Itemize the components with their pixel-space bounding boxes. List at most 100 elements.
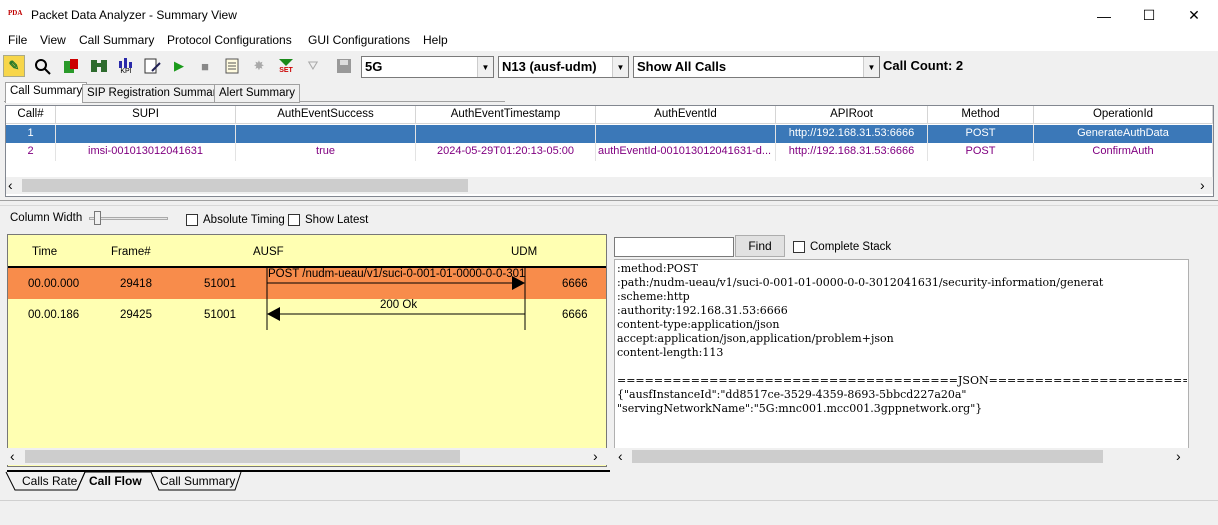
pane-splitter[interactable] — [0, 200, 1218, 206]
detail-line: :authority:192.168.31.53:6666 — [617, 304, 788, 317]
find-button[interactable]: Find — [735, 235, 785, 257]
menu-gui-configurations[interactable]: GUI Configurations — [308, 33, 410, 47]
cell-call: 1 — [6, 125, 56, 143]
detail-line: :path:/nudm-ueau/v1/suci-0-001-01-0000-0… — [617, 276, 1104, 289]
scroll-left-icon[interactable]: ‹ — [8, 177, 13, 193]
scroll-right-icon[interactable]: › — [1176, 448, 1181, 464]
column-header-operation-id[interactable]: OperationId — [1034, 106, 1213, 124]
column-header-method[interactable]: Method — [928, 106, 1034, 124]
scroll-left-icon[interactable]: ‹ — [618, 448, 623, 464]
chevron-down-icon[interactable]: ▼ — [612, 57, 628, 77]
flow-header-udm: UDM — [511, 246, 538, 258]
message-detail-text: :method:POST :path:/nudm-ueau/v1/suci-0-… — [617, 262, 1187, 450]
scroll-right-icon[interactable]: › — [593, 448, 598, 464]
kpi-icon[interactable]: KPI — [115, 55, 137, 77]
detail-line: "servingNetworkName":"5G:mnc001.mcc001.3… — [617, 402, 983, 415]
find-input[interactable] — [614, 237, 734, 257]
show-latest-label: Show Latest — [305, 214, 369, 226]
minimize-button[interactable]: — — [1081, 0, 1127, 31]
flow-frame: 29418 — [120, 278, 152, 290]
flow-horizontal-scrollbar[interactable]: ‹ › — [7, 448, 607, 465]
call-summary-table: Call# SUPI AuthEventSuccess AuthEventTim… — [5, 105, 1214, 197]
detail-line: =====================================JSO… — [617, 374, 1187, 387]
stop-icon[interactable]: ■ — [194, 55, 216, 77]
tab-call-summary[interactable]: Call Summary — [5, 82, 88, 103]
column-header-api-root[interactable]: APIRoot — [776, 106, 928, 124]
flow-dst-port: 6666 — [562, 278, 588, 290]
edit-icon[interactable] — [141, 55, 163, 77]
tab-call-flow[interactable]: Call Flow — [83, 472, 148, 491]
cell-api-root: http://192.168.31.53:6666 — [776, 143, 928, 161]
flow-time: 00.00.186 — [28, 309, 80, 321]
complete-stack-label: Complete Stack — [810, 241, 892, 253]
tab-calls-rate[interactable]: Calls Rate — [16, 472, 83, 491]
detail-line: content-length:113 — [617, 346, 724, 359]
detail-line: :scheme:http — [617, 290, 690, 303]
disabled-icon[interactable]: ✸ — [248, 55, 270, 77]
cell-method: POST — [928, 143, 1034, 161]
play-icon[interactable]: ▶ — [168, 55, 190, 77]
tab-call-summary-bottom[interactable]: Call Summary — [154, 472, 241, 491]
table-row-empty — [6, 161, 1213, 177]
save-icon[interactable] — [333, 55, 355, 77]
interface-select[interactable]: N13 (ausf-udm) — [498, 56, 629, 78]
status-divider — [0, 500, 1218, 501]
cell-method: POST — [928, 125, 1034, 143]
search-icon[interactable] — [31, 55, 53, 77]
tab-alert-summary[interactable]: Alert Summary — [214, 84, 301, 103]
menu-view[interactable]: View — [40, 33, 66, 47]
flow-dst-port: 6666 — [562, 309, 588, 321]
flow-time: 00.00.000 — [28, 278, 80, 290]
scrollbar-thumb[interactable] — [25, 450, 460, 463]
slider-handle[interactable] — [94, 211, 101, 225]
absolute-timing-label: Absolute Timing — [203, 214, 285, 226]
close-button[interactable]: ✕ — [1171, 0, 1217, 31]
filter-icon[interactable]: ✎ — [3, 55, 25, 77]
detail-line: content-type:application/json — [617, 318, 780, 331]
column-header-auth-event-timestamp[interactable]: AuthEventTimestamp — [416, 106, 596, 124]
cell-supi — [56, 125, 236, 143]
chevron-down-icon[interactable]: ▼ — [863, 57, 879, 77]
scroll-left-icon[interactable]: ‹ — [10, 448, 15, 464]
set-icon[interactable]: SET — [275, 55, 297, 77]
detail-line: :method:POST — [617, 262, 698, 275]
chevron-down-icon[interactable]: ▼ — [477, 57, 493, 77]
flow-header-frame: Frame# — [111, 246, 151, 258]
cell-auth-event-success — [236, 125, 416, 143]
scroll-right-icon[interactable]: › — [1200, 177, 1205, 193]
show-latest-checkbox[interactable] — [288, 214, 300, 226]
flow-message-label[interactable]: 200 Ok — [380, 299, 417, 311]
column-header-auth-event-id[interactable]: AuthEventId — [596, 106, 776, 124]
export-icon[interactable] — [60, 55, 82, 77]
binoculars-icon[interactable] — [88, 55, 110, 77]
detail-horizontal-scrollbar[interactable]: ‹ › — [614, 448, 1189, 465]
flow-src-port: 51001 — [204, 278, 236, 290]
column-header-auth-event-success[interactable]: AuthEventSuccess — [236, 106, 416, 124]
menu-file[interactable]: File — [8, 33, 27, 47]
column-header-supi[interactable]: SUPI — [56, 106, 236, 124]
network-select[interactable]: 5G — [361, 56, 494, 78]
table-row[interactable]: 2 imsi-001013012041631 true 2024-05-29T0… — [6, 143, 1213, 161]
flow-src-port: 51001 — [204, 309, 236, 321]
call-count: Call Count: 2 — [883, 58, 964, 73]
detail-line — [617, 360, 1187, 374]
complete-stack-checkbox[interactable] — [793, 241, 805, 253]
absolute-timing-checkbox[interactable] — [186, 214, 198, 226]
table-row[interactable]: 1 http://192.168.31.53:6666 POST Generat… — [6, 125, 1213, 143]
cell-auth-event-timestamp — [416, 125, 596, 143]
cell-api-root: http://192.168.31.53:6666 — [776, 125, 928, 143]
tab-sip-registration-summary[interactable]: SIP Registration Summary — [82, 84, 228, 103]
menu-call-summary[interactable]: Call Summary — [79, 33, 154, 47]
maximize-button[interactable]: ☐ — [1126, 0, 1172, 31]
funnel-icon[interactable]: ⛛ — [302, 55, 324, 77]
cell-call: 2 — [6, 143, 56, 161]
menu-help[interactable]: Help — [423, 33, 448, 47]
notes-icon[interactable] — [221, 55, 243, 77]
calls-filter-select[interactable]: Show All Calls — [633, 56, 880, 78]
grid-horizontal-scrollbar[interactable]: ‹ › — [6, 177, 1213, 194]
app-logo-icon: PDA — [8, 9, 23, 17]
column-header-call[interactable]: Call# — [6, 106, 56, 124]
scrollbar-thumb[interactable] — [632, 450, 1103, 463]
scrollbar-thumb[interactable] — [22, 179, 468, 192]
menu-protocol-configurations[interactable]: Protocol Configurations — [167, 33, 292, 47]
